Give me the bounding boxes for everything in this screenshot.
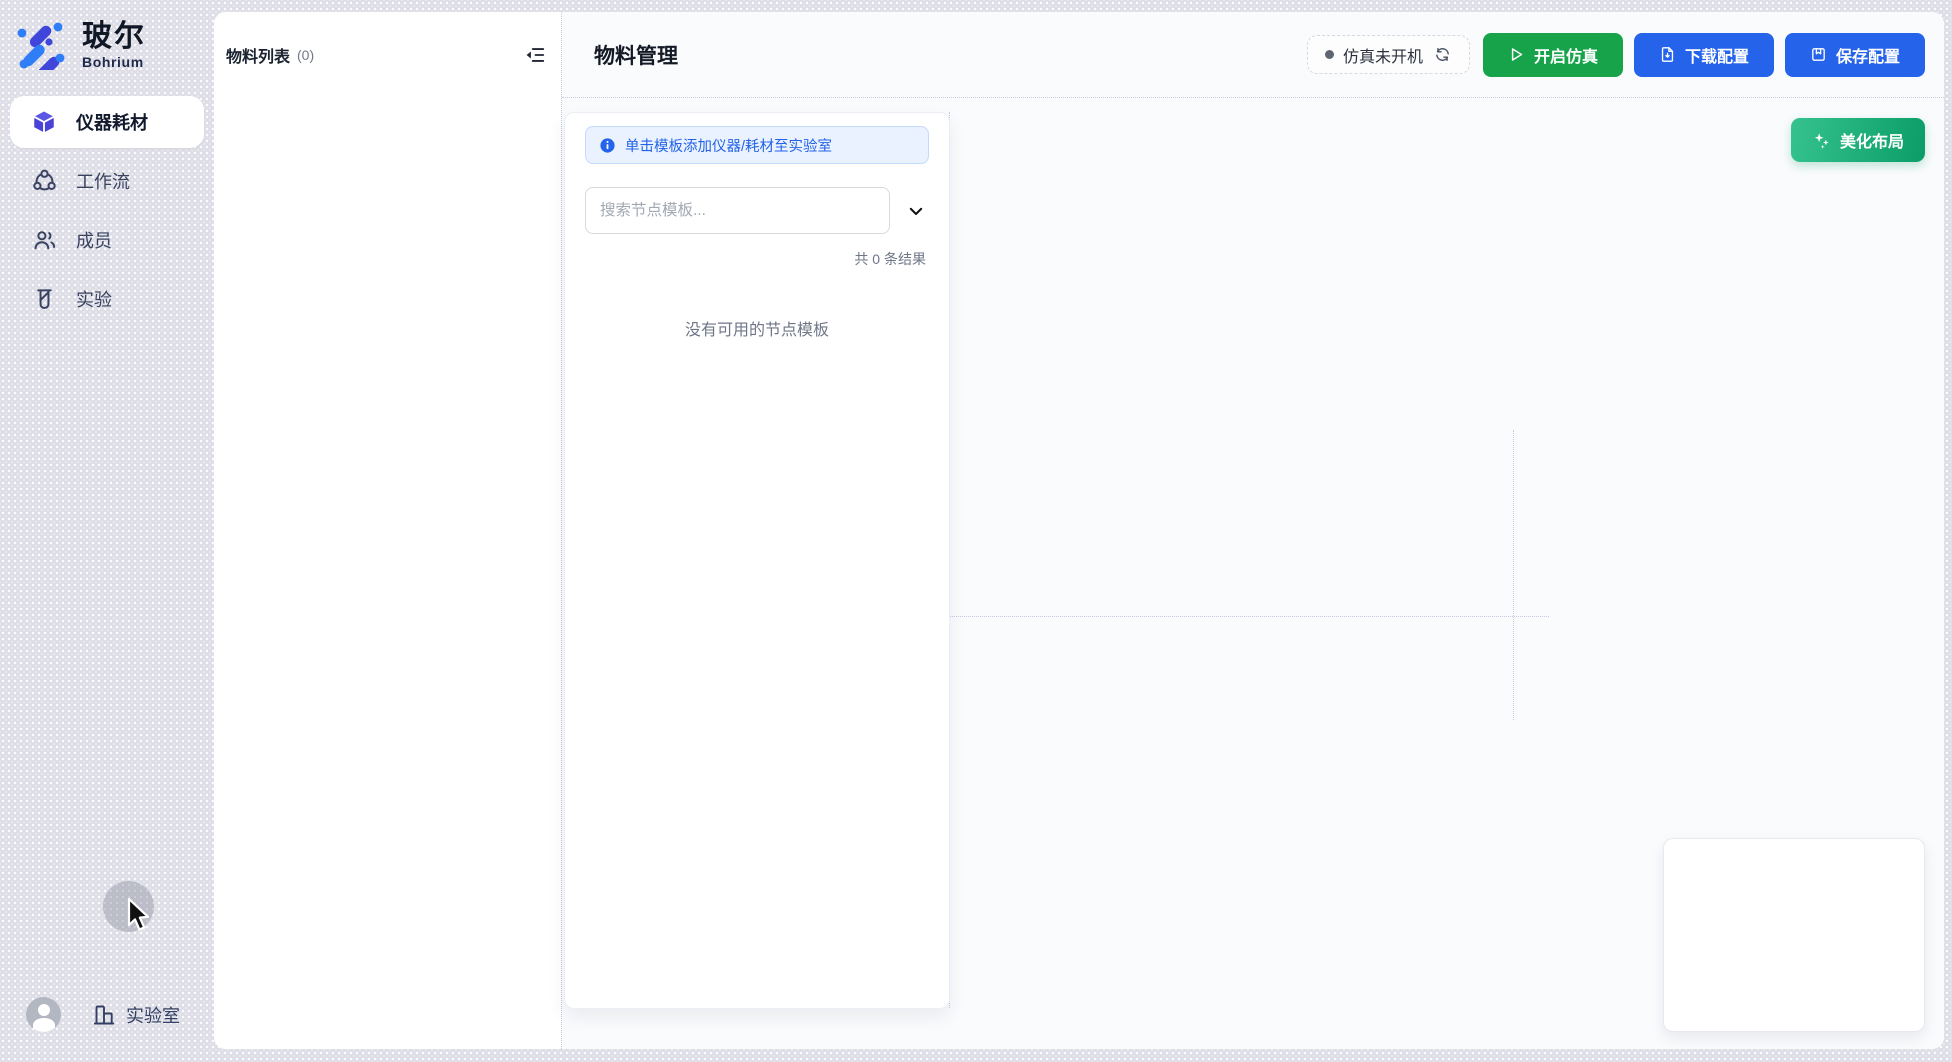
bohrium-logo-icon bbox=[16, 20, 66, 70]
canvas-guide-line bbox=[949, 616, 1549, 617]
status-label: 仿真未开机 bbox=[1343, 43, 1423, 67]
start-simulation-button[interactable]: 开启仿真 bbox=[1483, 33, 1623, 77]
chevron-down-icon[interactable] bbox=[905, 200, 927, 222]
brand-name-zh: 玻尔 bbox=[82, 20, 146, 53]
main-card: 物料列表 (0) 物料管理 仿真未开机 bbox=[214, 12, 1944, 1049]
brand-name-en: Bohrium bbox=[82, 54, 146, 70]
search-input[interactable] bbox=[585, 187, 890, 234]
beautify-layout-button[interactable]: 美化布局 bbox=[1791, 118, 1925, 162]
sidebar-item-label: 成员 bbox=[76, 227, 112, 253]
canvas-guide-line bbox=[1513, 430, 1514, 720]
save-config-button[interactable]: 保存配置 bbox=[1785, 33, 1925, 77]
materials-list-count: (0) bbox=[297, 47, 314, 63]
lab-switcher-label: 实验室 bbox=[126, 1002, 180, 1028]
sidebar-item-members[interactable]: 成员 bbox=[10, 214, 204, 266]
simulation-status-pill: 仿真未开机 bbox=[1307, 35, 1470, 74]
template-hint-banner: 单击模板添加仪器/耗材至实验室 bbox=[585, 126, 929, 164]
canvas-area: 物料管理 仿真未开机 bbox=[561, 12, 1944, 1049]
empty-templates-message: 没有可用的节点模板 bbox=[565, 316, 949, 340]
sidebar-item-instruments[interactable]: 仪器耗材 bbox=[10, 96, 204, 148]
refresh-icon[interactable] bbox=[1434, 46, 1452, 64]
canvas-header: 物料管理 仿真未开机 bbox=[562, 12, 1944, 98]
file-download-icon bbox=[1659, 46, 1676, 63]
materials-list-header: 物料列表 (0) bbox=[214, 12, 561, 67]
minimap[interactable] bbox=[1663, 838, 1925, 1032]
results-count: 共 0 条结果 bbox=[588, 249, 926, 269]
building-icon bbox=[92, 1003, 116, 1027]
cube-icon bbox=[31, 109, 57, 135]
avatar[interactable] bbox=[26, 997, 61, 1032]
sidebar-item-experiments[interactable]: 实验 bbox=[10, 273, 204, 325]
click-ripple bbox=[103, 881, 154, 932]
brand-name: 玻尔 Bohrium bbox=[82, 20, 146, 70]
save-config-label: 保存配置 bbox=[1836, 43, 1900, 67]
sidebar-footer: 实验室 bbox=[0, 997, 214, 1032]
flow-canvas[interactable]: 单击模板添加仪器/耗材至实验室 共 0 条结果 没有可用的节点模板 bbox=[562, 98, 1944, 1049]
brand-logo: 玻尔 Bohrium bbox=[0, 0, 214, 70]
sidebar-item-label: 工作流 bbox=[76, 168, 130, 194]
menu-fold-icon[interactable] bbox=[523, 43, 547, 67]
sidebar-item-label: 实验 bbox=[76, 286, 112, 312]
materials-list-panel: 物料列表 (0) bbox=[214, 12, 561, 1049]
sidebar-item-workflow[interactable]: 工作流 bbox=[10, 155, 204, 207]
template-panel: 单击模板添加仪器/耗材至实验室 共 0 条结果 没有可用的节点模板 bbox=[564, 112, 950, 1009]
download-config-label: 下载配置 bbox=[1685, 43, 1749, 67]
sidebar-item-label: 仪器耗材 bbox=[76, 109, 148, 135]
start-simulation-label: 开启仿真 bbox=[1534, 43, 1598, 67]
status-dot-icon bbox=[1325, 50, 1334, 59]
save-icon bbox=[1810, 46, 1827, 63]
template-search-row bbox=[585, 187, 929, 234]
experiment-icon bbox=[31, 286, 57, 312]
lab-switcher[interactable]: 实验室 bbox=[92, 1002, 180, 1028]
page-title: 物料管理 bbox=[594, 40, 678, 70]
members-icon bbox=[31, 227, 57, 253]
download-config-button[interactable]: 下载配置 bbox=[1634, 33, 1774, 77]
sidebar-nav: 仪器耗材 工作流 成员 bbox=[0, 96, 214, 325]
beautify-layout-label: 美化布局 bbox=[1840, 128, 1904, 152]
template-hint-text: 单击模板添加仪器/耗材至实验室 bbox=[625, 135, 832, 156]
play-icon bbox=[1508, 46, 1525, 63]
sparkles-icon bbox=[1812, 131, 1831, 150]
info-icon bbox=[599, 137, 616, 154]
materials-list-title: 物料列表 bbox=[226, 43, 290, 67]
workflow-icon bbox=[31, 168, 57, 194]
